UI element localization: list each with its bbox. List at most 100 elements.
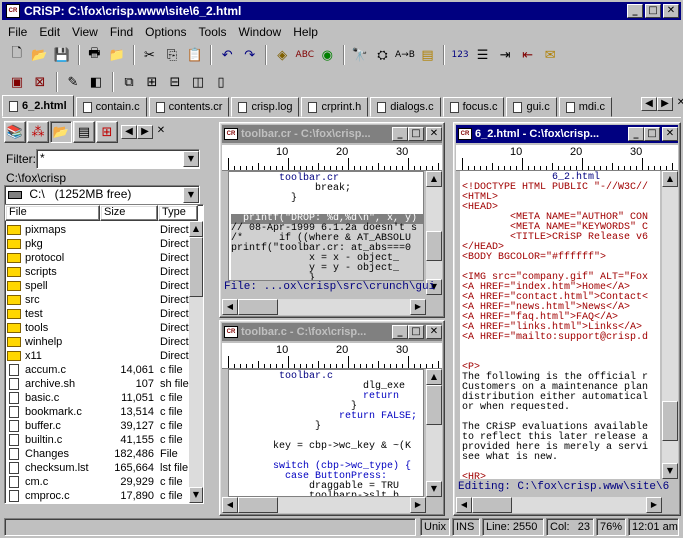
minimize-button[interactable]: _ (392, 127, 408, 141)
menu-edit[interactable]: Edit (33, 22, 66, 42)
scroll-thumb[interactable] (426, 385, 442, 425)
col-file[interactable]: File (5, 205, 100, 221)
scroll-thumb[interactable] (662, 401, 678, 441)
file-row[interactable]: checksum.lst 165,664 lst file (5, 461, 203, 475)
edit-window-icon[interactable]: ✎ (62, 71, 84, 93)
replace-icon[interactable]: A→B (394, 44, 416, 66)
find-next-icon[interactable]: ⛭ (372, 44, 394, 66)
scroll-thumb[interactable] (472, 497, 512, 513)
file-row[interactable]: src Direct (5, 293, 203, 307)
file-row[interactable]: cm.c 29,929 c file (5, 475, 203, 489)
outdent-icon[interactable]: ⇤ (517, 44, 539, 66)
editor-vscroll[interactable]: ▲ ▼ (426, 171, 442, 295)
scroll-thumb[interactable] (238, 299, 278, 315)
file-row[interactable]: winhelp Direct (5, 335, 203, 349)
cascade-icon[interactable]: ⧉ (118, 71, 140, 93)
tree-icon[interactable]: ⁂ (27, 121, 49, 143)
col-size[interactable]: Size (100, 205, 158, 221)
find-files-icon[interactable]: ▤ (417, 44, 439, 66)
file-row[interactable]: buffer.c 39,127 c file (5, 419, 203, 433)
open-folder-icon[interactable]: 📂 (29, 44, 51, 66)
books-icon[interactable]: 📚 (4, 121, 26, 143)
tab-dialogs-c[interactable]: dialogs.c (370, 97, 441, 117)
tag-icon[interactable]: ◈ (271, 44, 293, 66)
scroll-thumb[interactable] (238, 497, 278, 513)
maximize-button[interactable]: □ (644, 127, 660, 141)
paste-icon[interactable]: 📋 (184, 44, 206, 66)
scroll-left-icon[interactable]: ◀ (222, 497, 238, 513)
scroll-up-icon[interactable]: ▲ (189, 221, 203, 237)
editor-vscroll[interactable]: ▲ ▼ (662, 171, 678, 479)
close-button[interactable]: ✕ (426, 127, 442, 141)
line-numbers-icon[interactable]: 123 (449, 44, 471, 66)
file-row[interactable]: Changes 182,486 File (5, 447, 203, 461)
close-button[interactable]: ✕ (426, 325, 442, 339)
panel-close-icon[interactable]: ✕ (153, 125, 169, 139)
close-button[interactable]: ✕ (662, 127, 678, 141)
file-row[interactable]: archive.sh 107 sh file (5, 377, 203, 391)
tab-crprint-h[interactable]: crprint.h (301, 97, 369, 117)
tab-6-2-html[interactable]: 6_2.html (2, 95, 74, 117)
drive-combo[interactable]: C:\ (1252MB free) ▼ (4, 185, 200, 205)
classes-tab-icon[interactable]: ⊞ (96, 121, 118, 143)
editor-hscroll[interactable]: ◀ ▶ (222, 497, 426, 513)
tab-scroll-left-icon[interactable]: ◀ (641, 97, 657, 111)
spell-check-icon[interactable]: ABC (294, 44, 316, 66)
single-window-icon[interactable]: ▯ (210, 71, 232, 93)
file-list-vscroll[interactable]: ▲ ▼ (189, 221, 203, 503)
save-icon[interactable]: 💾 (51, 44, 73, 66)
tab-close-icon[interactable]: ✕ (673, 97, 683, 111)
cut-icon[interactable]: ✂ (139, 44, 161, 66)
menu-window[interactable]: Window (233, 22, 288, 42)
maximize-button[interactable]: □ (408, 325, 424, 339)
minimize-button[interactable]: _ (628, 127, 644, 141)
scroll-thumb[interactable] (189, 237, 203, 297)
scroll-up-icon[interactable]: ▲ (426, 171, 442, 187)
file-row[interactable]: pixmaps Direct (5, 223, 203, 237)
menu-find[interactable]: Find (104, 22, 139, 42)
tab-contents-cr[interactable]: contents.cr (148, 97, 230, 117)
document-tab-icon[interactable]: ▤ (73, 121, 95, 143)
tile-vertical-icon[interactable]: ◫ (187, 71, 209, 93)
bookmark-icon[interactable]: ✉ (539, 44, 561, 66)
maximize-button[interactable]: □ (645, 4, 661, 18)
file-row[interactable]: x11 Direct (5, 349, 203, 363)
close-button[interactable]: ✕ (663, 4, 679, 18)
scroll-right-icon[interactable]: ▶ (646, 497, 662, 513)
tab-scroll-right-icon[interactable]: ▶ (657, 97, 673, 111)
maximize-button[interactable]: □ (408, 127, 424, 141)
file-row[interactable]: test Direct (5, 307, 203, 321)
editor-text[interactable]: toolbar.cr break; } printf("DROP: %d,%d\… (228, 171, 424, 281)
scroll-up-icon[interactable]: ▲ (426, 369, 442, 385)
menu-options[interactable]: Options (139, 22, 192, 42)
menu-tools[interactable]: Tools (193, 22, 233, 42)
scroll-down-icon[interactable]: ▼ (189, 487, 203, 503)
print-icon[interactable]: 🖶 (84, 44, 106, 66)
chevron-down-icon[interactable]: ▼ (183, 151, 199, 167)
scroll-up-icon[interactable]: ▲ (662, 171, 678, 187)
editor-hscroll[interactable]: ◀ ▶ (222, 299, 426, 315)
scroll-down-icon[interactable]: ▼ (662, 463, 678, 479)
minimize-button[interactable]: _ (627, 4, 643, 18)
file-row[interactable]: spell Direct (5, 279, 203, 293)
find-icon[interactable]: 🔭 (349, 44, 371, 66)
close-window-icon[interactable]: ⊠ (29, 71, 51, 93)
redo-icon[interactable]: ↷ (239, 44, 261, 66)
scroll-down-icon[interactable]: ▼ (426, 481, 442, 497)
open-icon[interactable]: 📁 (106, 44, 128, 66)
tile-icon[interactable]: ⊞ (141, 71, 163, 93)
editor-vscroll[interactable]: ▲ ▼ (426, 369, 442, 497)
panel-scroll-left-icon[interactable]: ◀ (121, 125, 137, 139)
filter-combo[interactable]: * ▼ (36, 149, 200, 169)
scroll-right-icon[interactable]: ▶ (410, 497, 426, 513)
undo-icon[interactable]: ↶ (216, 44, 238, 66)
globe-icon[interactable]: ◉ (317, 44, 339, 66)
editor-text[interactable]: toolbar.c dlg_exe return } return FALSE;… (228, 369, 424, 497)
scroll-left-icon[interactable]: ◀ (456, 497, 472, 513)
scroll-thumb[interactable] (426, 231, 442, 261)
menu-view[interactable]: View (66, 22, 104, 42)
fill-window-icon[interactable]: ◧ (85, 71, 107, 93)
folder-tab-icon[interactable]: 📂 (50, 121, 72, 143)
file-row[interactable]: tools Direct (5, 321, 203, 335)
file-row[interactable]: accum.c 14,061 c file (5, 363, 203, 377)
